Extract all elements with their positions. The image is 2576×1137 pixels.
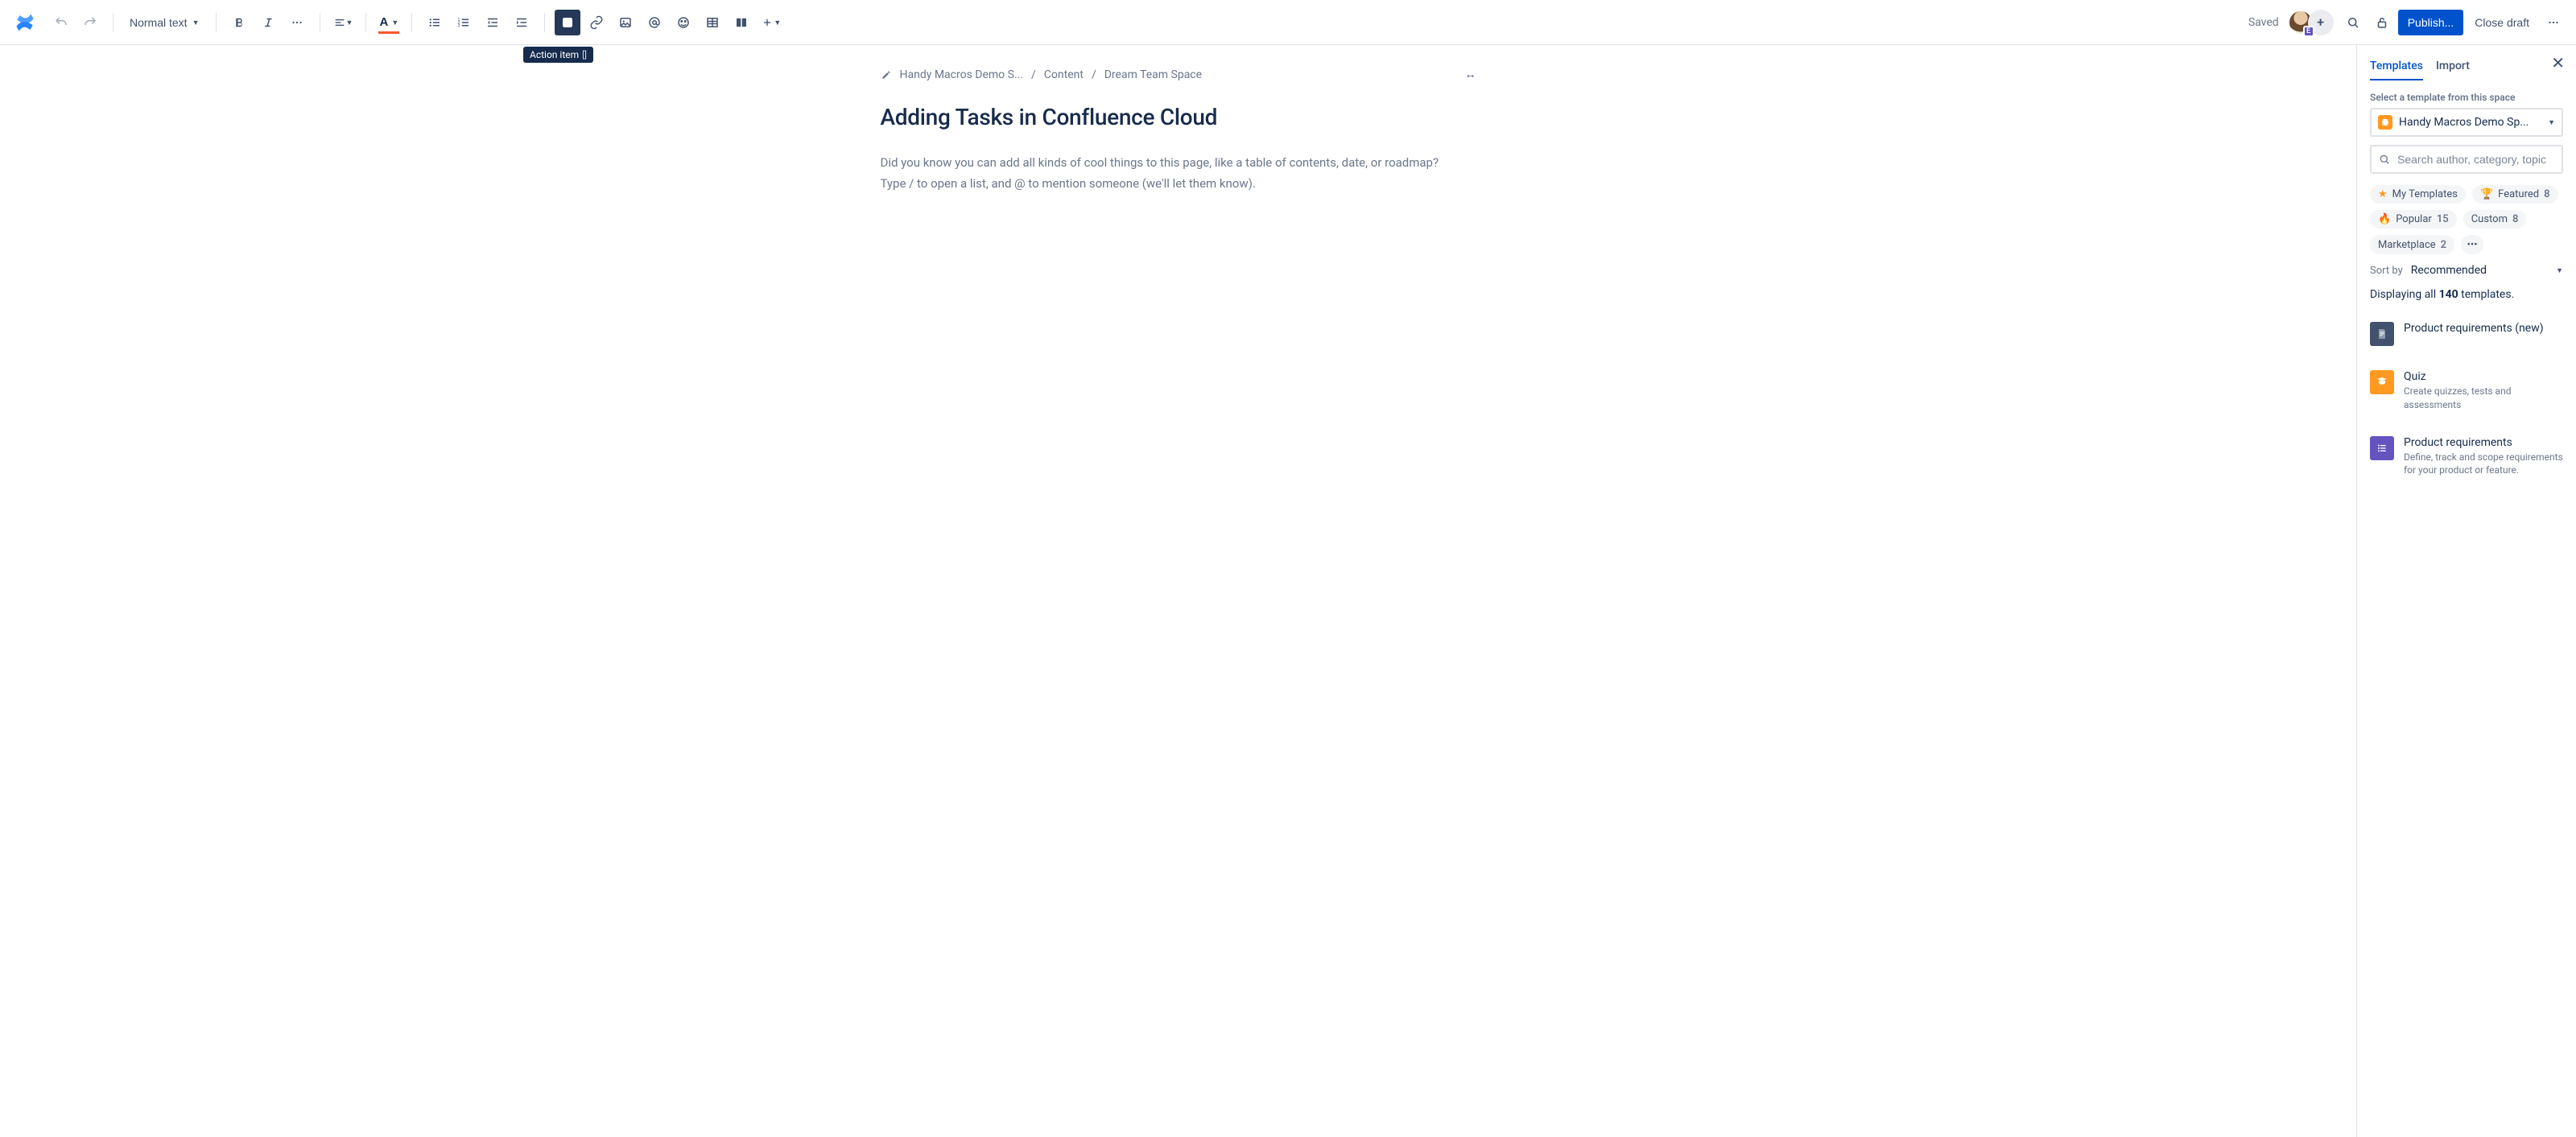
chevron-down-icon: ▼	[346, 19, 353, 27]
separator	[411, 13, 412, 32]
link-button[interactable]	[584, 10, 609, 35]
chip-custom[interactable]: Custom8	[2463, 210, 2527, 229]
breadcrumb-separator: /	[1031, 68, 1036, 81]
restrictions-button[interactable]	[2369, 10, 2395, 35]
chevron-down-icon: ▼	[192, 19, 200, 27]
separator	[113, 13, 114, 32]
template-title: Product requirements (new)	[2404, 322, 2544, 335]
find-button[interactable]	[2340, 10, 2366, 35]
breadcrumb-item[interactable]: Dream Team Space	[1104, 68, 1202, 81]
italic-button[interactable]	[255, 10, 281, 35]
templates-sidebar: ✕ Templates Import Select a template fro…	[2357, 45, 2576, 1137]
template-search-input[interactable]	[2397, 153, 2555, 166]
list-icon	[2370, 436, 2394, 460]
bold-button[interactable]	[226, 10, 252, 35]
indent-button[interactable]	[509, 10, 535, 35]
confluence-logo	[14, 12, 35, 33]
star-icon: ★	[2378, 188, 2388, 200]
template-count: Displaying all 140 templates.	[2370, 288, 2563, 301]
template-title: Quiz	[2404, 370, 2563, 383]
space-select[interactable]: Handy Macros Demo Sp... ▼	[2370, 108, 2563, 137]
breadcrumb-item[interactable]: Handy Macros Demo S...	[900, 68, 1024, 81]
more-icon: •••	[2467, 239, 2478, 251]
template-desc: Create quizzes, tests and assessments	[2404, 385, 2563, 412]
separator	[365, 13, 366, 32]
page-title[interactable]: Adding Tasks in Confluence Cloud	[881, 104, 1476, 130]
sidebar-tabs: Templates Import	[2370, 55, 2563, 80]
chevron-down-icon: ▼	[2548, 118, 2555, 127]
expand-width-button[interactable]: ↔	[1465, 68, 1476, 81]
editor-placeholder[interactable]: Did you know you can add all kinds of co…	[881, 153, 1476, 194]
placeholder-line: Type / to open a list, and @ to mention …	[881, 176, 1256, 191]
sort-label: Sort by	[2370, 265, 2403, 277]
text-color-button[interactable]: A▼	[376, 10, 402, 35]
close-draft-button[interactable]: Close draft	[2467, 10, 2537, 35]
text-style-label: Normal text	[130, 16, 188, 29]
filter-chips: ★My Templates 🏆Featured8 🔥Popular15 Cust…	[2370, 185, 2563, 254]
avatar-badge: E	[2303, 26, 2314, 37]
tab-import[interactable]: Import	[2436, 55, 2470, 80]
editor-toolbar: Normal text▼ ▼ A▼ 123 ▼ Saved E + Publis…	[0, 0, 2576, 45]
space-select-label: Select a template from this space	[2370, 92, 2563, 103]
pencil-icon	[881, 69, 892, 80]
template-item[interactable]: Quiz Create quizzes, tests and assessmen…	[2370, 362, 2563, 428]
template-title: Product requirements	[2404, 436, 2563, 449]
emoji-button[interactable]	[671, 10, 696, 35]
tab-templates[interactable]: Templates	[2370, 55, 2423, 80]
publish-button[interactable]: Publish...	[2398, 10, 2464, 35]
text-style-select[interactable]: Normal text ▼	[123, 10, 206, 35]
mention-button[interactable]	[642, 10, 667, 35]
text-color-a-icon: A	[380, 15, 389, 29]
fire-icon: 🔥	[2378, 213, 2391, 225]
svg-text:3: 3	[458, 23, 460, 28]
breadcrumb-item[interactable]: Content	[1044, 68, 1084, 81]
image-button[interactable]	[613, 10, 638, 35]
breadcrumb: Handy Macros Demo S... / Content / Dream…	[881, 68, 1203, 81]
chevron-down-icon: ▼	[774, 19, 781, 27]
quiz-icon	[2370, 370, 2394, 394]
chevron-down-icon: ▼	[2556, 266, 2563, 275]
more-actions-button[interactable]	[2541, 10, 2566, 35]
undo-button[interactable]	[48, 10, 74, 35]
close-sidebar-button[interactable]: ✕	[2551, 53, 2565, 73]
template-search[interactable]	[2370, 145, 2563, 174]
chip-marketplace[interactable]: Marketplace2	[2370, 235, 2454, 254]
saved-status: Saved	[2248, 16, 2279, 29]
breadcrumb-separator: /	[1092, 68, 1096, 81]
editor-area[interactable]: Handy Macros Demo S... / Content / Dream…	[0, 45, 2357, 1137]
chip-more[interactable]: •••	[2461, 235, 2483, 254]
more-formatting-button[interactable]	[284, 10, 310, 35]
space-name: Handy Macros Demo Sp...	[2399, 116, 2541, 129]
chip-featured[interactable]: 🏆Featured8	[2472, 185, 2558, 204]
document-icon	[2370, 322, 2394, 346]
alignment-button[interactable]: ▼	[330, 10, 357, 35]
template-desc: Define, track and scope requirements for…	[2404, 451, 2563, 478]
sort-select[interactable]: Recommended▼	[2411, 264, 2563, 277]
chip-popular[interactable]: 🔥Popular15	[2370, 210, 2457, 229]
insert-more-button[interactable]: ▼	[758, 10, 784, 35]
separator	[544, 13, 545, 32]
outdent-button[interactable]	[480, 10, 506, 35]
template-item[interactable]: Product requirements (new)	[2370, 314, 2563, 362]
chip-my-templates[interactable]: ★My Templates	[2370, 185, 2466, 204]
redo-button[interactable]	[77, 10, 103, 35]
numbered-list-button[interactable]: 123	[451, 10, 477, 35]
collaborators[interactable]: E +	[2289, 10, 2334, 35]
template-item[interactable]: Product requirements Define, track and s…	[2370, 428, 2563, 494]
bullet-list-button[interactable]	[422, 10, 448, 35]
separator	[216, 13, 217, 32]
trophy-icon: 🏆	[2480, 188, 2493, 200]
table-button[interactable]	[700, 10, 725, 35]
space-icon	[2378, 115, 2392, 130]
chevron-down-icon: ▼	[391, 19, 398, 27]
search-icon	[2378, 153, 2391, 166]
placeholder-line: Did you know you can add all kinds of co…	[881, 155, 1439, 170]
action-item-button[interactable]	[555, 10, 580, 35]
layouts-button[interactable]	[729, 10, 754, 35]
